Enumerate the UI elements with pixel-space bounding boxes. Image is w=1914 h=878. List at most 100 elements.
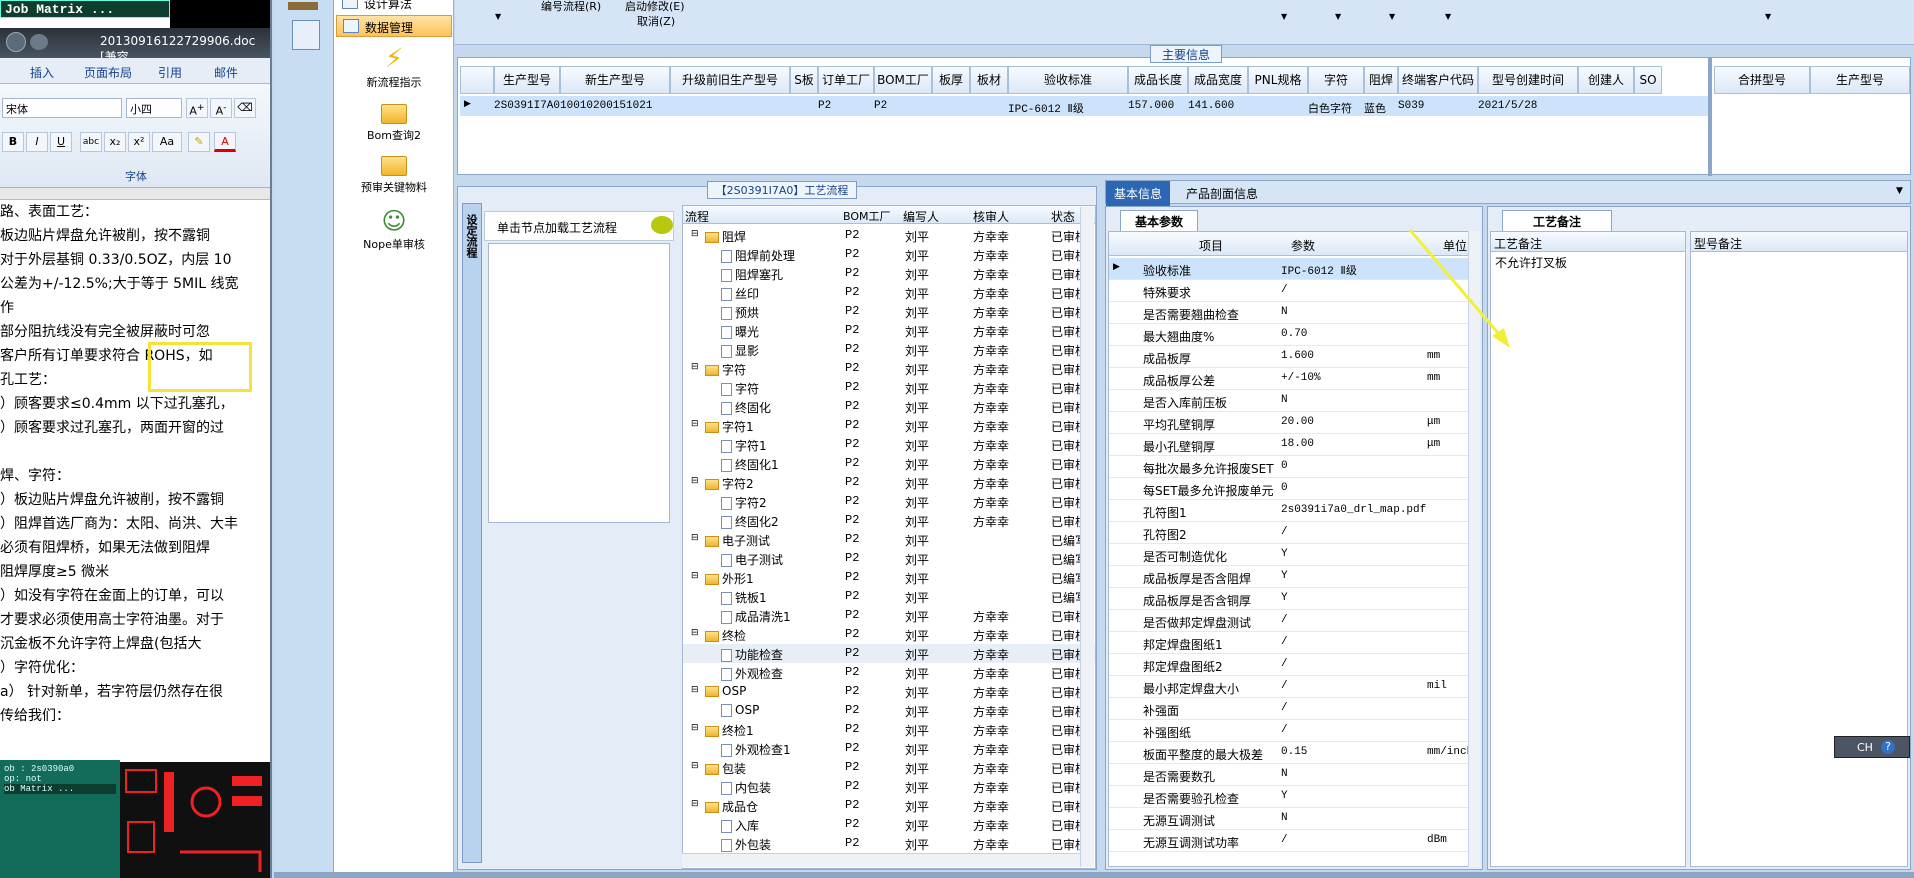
tree-row[interactable]: 字符1 P2 刘平 方幸幸 已审核 ⊟ bbox=[683, 416, 1095, 435]
tree-row[interactable]: OSP P2 刘平 方幸幸 已审核 bbox=[683, 701, 1095, 720]
tree-row[interactable]: 字符1 P2 刘平 方幸幸 已审核 bbox=[683, 435, 1095, 454]
param-row[interactable]: 无源互调测试功率 / dBm bbox=[1109, 830, 1469, 852]
param-row[interactable]: 每批次最多允许报废SET 0 bbox=[1109, 456, 1469, 478]
tree-row[interactable]: 包装 P2 刘平 方幸幸 已审核 ⊟ bbox=[683, 758, 1095, 777]
font-size-select[interactable]: 小四 bbox=[126, 98, 182, 118]
tab-section-info[interactable]: 产品剖面信息 bbox=[1178, 181, 1266, 206]
word-tab-references[interactable]: 引用 bbox=[158, 64, 182, 81]
shrink-font-icon[interactable]: A- bbox=[210, 98, 232, 118]
param-row[interactable]: 是否可制造优化 Y bbox=[1109, 544, 1469, 566]
tree-row[interactable]: 阻焊前处理 P2 刘平 方幸幸 已审核 bbox=[683, 245, 1095, 264]
tree-row[interactable]: 成品仓 P2 刘平 方幸幸 已审核 ⊟ bbox=[683, 796, 1095, 815]
param-row[interactable]: 成品板厚是否含阻焊 Y bbox=[1109, 566, 1469, 588]
nav-design-algorithm[interactable]: 设计算法 bbox=[336, 0, 452, 14]
font-color-icon[interactable]: A bbox=[214, 132, 236, 152]
param-row[interactable]: 孔符图1 2s0391i7a0_drl_map.pdf bbox=[1109, 500, 1469, 522]
change-case-icon[interactable]: Aa bbox=[152, 132, 182, 152]
bold-icon[interactable]: B bbox=[2, 132, 24, 152]
model-remarks-box[interactable]: 型号备注 bbox=[1690, 231, 1908, 867]
highlight-icon[interactable]: ✎ bbox=[188, 132, 210, 152]
calculator-icon[interactable] bbox=[292, 20, 320, 50]
collapse-icon[interactable]: ⊟ bbox=[691, 799, 699, 809]
collapse-icon[interactable]: ⊟ bbox=[691, 571, 699, 581]
tree-row[interactable]: 终固化1 P2 刘平 方幸幸 已审核 bbox=[683, 454, 1095, 473]
collapse-icon[interactable]: ⊟ bbox=[691, 723, 699, 733]
tree-row[interactable]: 内包装 P2 刘平 方幸幸 已审核 bbox=[683, 777, 1095, 796]
underline-icon[interactable]: U bbox=[50, 132, 72, 152]
tree-row[interactable]: 阻焊塞孔 P2 刘平 方幸幸 已审核 bbox=[683, 264, 1095, 283]
office-button-icon[interactable] bbox=[6, 32, 26, 52]
param-row[interactable]: 最小孔壁铜厚 18.00 μm bbox=[1109, 434, 1469, 456]
font-name-select[interactable]: 宋体 bbox=[2, 98, 122, 118]
tree-hscrollbar[interactable] bbox=[682, 853, 1080, 867]
collapse-icon[interactable]: ⊟ bbox=[691, 685, 699, 695]
param-row[interactable]: 是否需要数孔 N bbox=[1109, 764, 1469, 786]
tab-menu-arrow-icon[interactable]: ▼ bbox=[1896, 186, 1903, 196]
dropdown-arrow-icon[interactable]: ▼ bbox=[1765, 12, 1771, 21]
param-row[interactable]: 平均孔壁铜厚 20.00 μm bbox=[1109, 412, 1469, 434]
nav-new-flow[interactable]: ⚡ 新流程指示 bbox=[334, 44, 454, 90]
tree-row[interactable]: 外形1 P2 刘平 已编写 ⊟ bbox=[683, 568, 1095, 587]
clear-format-icon[interactable]: ⌫ bbox=[234, 98, 256, 118]
param-row[interactable]: 无源互调测试 N bbox=[1109, 808, 1469, 830]
dropdown-arrow-icon[interactable]: ▼ bbox=[1445, 12, 1451, 21]
tree-row[interactable]: 外包装 P2 刘平 方幸幸 已审核 bbox=[683, 834, 1095, 853]
dropdown-arrow-icon[interactable]: ▼ bbox=[1281, 12, 1287, 21]
collapse-icon[interactable]: ⊟ bbox=[691, 229, 699, 239]
superscript-icon[interactable]: x² bbox=[128, 132, 150, 152]
tree-row[interactable]: 电子测试 P2 刘平 已编写 ⊟ bbox=[683, 530, 1095, 549]
tree-row[interactable]: 丝印 P2 刘平 方幸幸 已审核 bbox=[683, 283, 1095, 302]
subscript-icon[interactable]: x₂ bbox=[104, 132, 126, 152]
subtab-basic-params[interactable]: 基本参数 bbox=[1120, 210, 1199, 233]
param-row[interactable]: 邦定焊盘图纸1/ bbox=[1109, 632, 1469, 654]
nav-data-management[interactable]: 数据管理 bbox=[336, 15, 452, 37]
param-row[interactable]: 是否需要验孔检查 Y bbox=[1109, 786, 1469, 808]
collapse-icon[interactable]: ⊟ bbox=[691, 628, 699, 638]
tree-row[interactable]: 成品清洗1 P2 刘平 方幸幸 已审核 bbox=[683, 606, 1095, 625]
param-row[interactable]: 是否做邦定焊盘测试 / bbox=[1109, 610, 1469, 632]
load-flow-hint[interactable]: 单击节点加载工艺流程 bbox=[484, 211, 674, 241]
dropdown-arrow-icon[interactable]: ▼ bbox=[495, 12, 501, 21]
word-tab-insert[interactable]: 插入 bbox=[30, 64, 54, 81]
dropdown-arrow-icon[interactable]: ▼ bbox=[1389, 12, 1395, 21]
param-row[interactable]: 补强图纸 / bbox=[1109, 720, 1469, 742]
toolbar-numbering-flow[interactable]: 编号流程(R) bbox=[541, 0, 601, 14]
word-tab-layout[interactable]: 页面布局 bbox=[84, 64, 132, 81]
tree-row[interactable]: 显影 P2 刘平 方幸幸 已审核 bbox=[683, 340, 1095, 359]
collapse-icon[interactable]: ⊟ bbox=[691, 362, 699, 372]
tree-row[interactable]: 阻焊 P2 刘平 方幸幸 已审核 ⊟ bbox=[683, 226, 1095, 245]
param-row[interactable]: 最小邦定焊盘大小 / mil bbox=[1109, 676, 1469, 698]
param-row[interactable]: 孔符图2/ bbox=[1109, 522, 1469, 544]
undo-icon[interactable] bbox=[30, 34, 48, 50]
tree-row[interactable]: 字符2 P2 刘平 方幸幸 已审核 bbox=[683, 492, 1095, 511]
tree-row[interactable]: 终固化 P2 刘平 方幸幸 已审核 bbox=[683, 397, 1095, 416]
param-row[interactable]: 板面平整度的最大极差 0.15 mm/inch bbox=[1109, 742, 1469, 764]
collapse-icon[interactable]: ⊟ bbox=[691, 476, 699, 486]
param-row[interactable]: 是否入库前压板 N bbox=[1109, 390, 1469, 412]
tree-row[interactable]: 预烘 P2 刘平 方幸幸 已审核 bbox=[683, 302, 1095, 321]
param-row[interactable]: 每SET最多允许报废单元 0 bbox=[1109, 478, 1469, 500]
dropdown-arrow-icon[interactable]: ▼ bbox=[1335, 12, 1341, 21]
tree-row[interactable]: 终检1 P2 刘平 方幸幸 已审核 ⊟ bbox=[683, 720, 1095, 739]
collapse-icon[interactable]: ⊟ bbox=[691, 419, 699, 429]
tree-row[interactable]: 铣板1 P2 刘平 已编写 bbox=[683, 587, 1095, 606]
language-bar[interactable]: CH ? bbox=[1834, 736, 1910, 758]
tree-row[interactable]: 字符 P2 刘平 方幸幸 已审核 bbox=[683, 378, 1095, 397]
collapse-icon[interactable]: ⊟ bbox=[691, 533, 699, 543]
strikethrough-icon[interactable]: abc bbox=[80, 132, 102, 152]
toolbar-start-modify[interactable]: 启动修改(E) bbox=[625, 0, 685, 14]
nav-key-materials[interactable]: 预审关键物料 bbox=[334, 156, 454, 195]
tree-row[interactable]: 字符2 P2 刘平 方幸幸 已审核 ⊟ bbox=[683, 473, 1095, 492]
nav-nope-review[interactable]: ☺ Nope单审核 bbox=[334, 206, 454, 252]
tree-row[interactable]: 功能检查 P2 刘平 方幸幸 已审核 bbox=[683, 644, 1095, 663]
param-row[interactable]: 补强面 / bbox=[1109, 698, 1469, 720]
tree-row[interactable]: 终固化2 P2 刘平 方幸幸 已审核 bbox=[683, 511, 1095, 530]
tree-scrollbar[interactable] bbox=[1080, 207, 1094, 867]
param-row[interactable]: 邦定焊盘图纸2/ bbox=[1109, 654, 1469, 676]
app-top-icon[interactable] bbox=[288, 2, 318, 10]
collapse-icon[interactable]: ⊟ bbox=[691, 761, 699, 771]
main-grid-row[interactable]: ▶ 2S0391I7A0 10010200151021 P2 P2 IPC-6012 Ⅱ… bbox=[460, 96, 1710, 116]
tree-row[interactable]: 外观检查1 P2 刘平 方幸幸 已审核 bbox=[683, 739, 1095, 758]
help-icon[interactable]: ? bbox=[1881, 740, 1895, 754]
word-tab-mail[interactable]: 邮件 bbox=[214, 64, 238, 81]
